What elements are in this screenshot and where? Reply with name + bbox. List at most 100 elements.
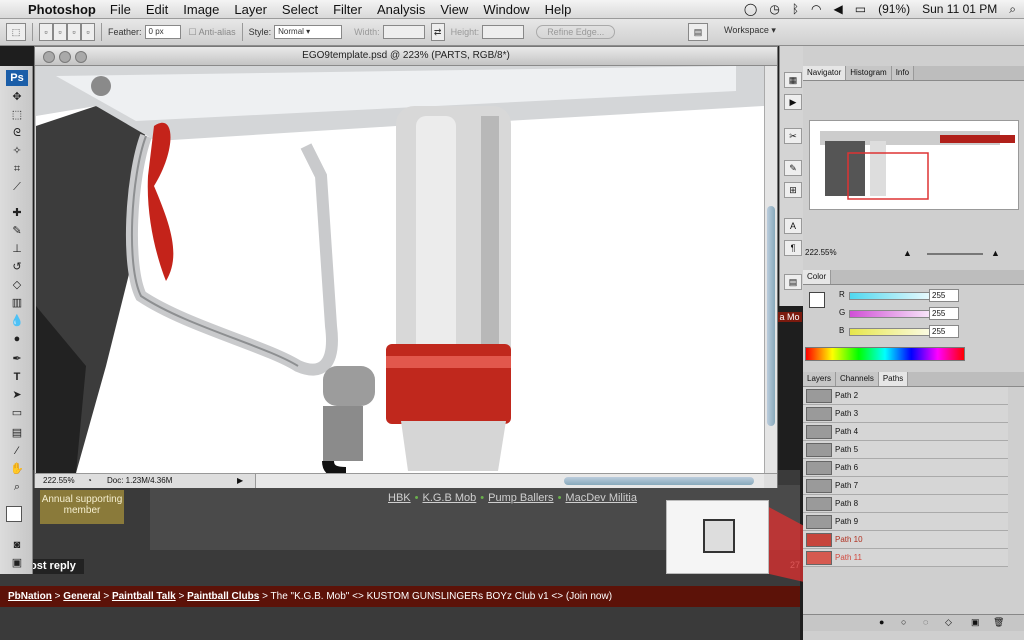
delete-path-icon[interactable]: 🗑 xyxy=(993,617,1004,628)
zoom-in-icon[interactable]: ▲ xyxy=(991,248,1000,258)
zoom-slider[interactable] xyxy=(927,253,983,255)
notes-tool-icon[interactable]: ▤ xyxy=(9,426,25,440)
gradient-tool-icon[interactable]: ▥ xyxy=(9,296,25,310)
palette-well-icon[interactable]: ▤ xyxy=(688,23,708,41)
path-row[interactable]: Path 10 xyxy=(803,531,1008,549)
path-row[interactable]: Path 4 xyxy=(803,423,1008,441)
path-row[interactable]: Path 5 xyxy=(803,441,1008,459)
quick-mask-icon[interactable]: ◙ xyxy=(9,538,25,552)
path-select-tool-icon[interactable]: ➤ xyxy=(9,388,25,402)
menu-view[interactable]: View xyxy=(440,2,468,17)
time-machine-icon[interactable]: ◷ xyxy=(769,2,779,16)
load-selection-icon[interactable]: ◌ xyxy=(923,617,928,627)
spotlight-icon[interactable]: ⌕ xyxy=(1009,2,1016,17)
vertical-scrollbar[interactable] xyxy=(764,66,777,473)
navigator-zoom-field[interactable]: 222.55% xyxy=(805,248,837,257)
slice-tool-icon[interactable]: ⟋ xyxy=(9,180,25,194)
link-macdev-militia[interactable]: MacDev Militia xyxy=(565,492,637,504)
red-value[interactable]: 255 xyxy=(929,289,959,302)
green-value[interactable]: 255 xyxy=(929,307,959,320)
history-panel-icon[interactable]: ▦ xyxy=(784,72,802,88)
zoom-level-field[interactable]: 222.55% xyxy=(43,474,75,488)
wifi-icon[interactable]: ◠ xyxy=(811,2,821,16)
tab-histogram[interactable]: Histogram xyxy=(846,66,892,80)
hand-tool-icon[interactable]: ✋ xyxy=(9,462,25,476)
vertical-scroll-thumb[interactable] xyxy=(767,206,775,426)
dodge-tool-icon[interactable]: ● xyxy=(9,332,25,346)
new-path-icon[interactable]: ▣ xyxy=(971,617,980,628)
pen-tool-icon[interactable]: ✒ xyxy=(9,352,25,366)
add-selection-icon[interactable]: ▫ xyxy=(53,23,67,41)
screen-mode-icon[interactable]: ▣ xyxy=(9,556,25,570)
battery-icon[interactable]: ▭ xyxy=(855,2,866,16)
menu-help[interactable]: Help xyxy=(545,2,572,17)
horizontal-scroll-thumb[interactable] xyxy=(564,477,754,485)
link-pump-ballers[interactable]: Pump Ballers xyxy=(488,492,553,504)
magic-wand-tool-icon[interactable]: ✧ xyxy=(9,144,25,158)
tab-navigator[interactable]: Navigator xyxy=(803,66,847,80)
type-tool-icon[interactable]: T xyxy=(9,370,25,384)
shape-tool-icon[interactable]: ▭ xyxy=(9,406,25,420)
crumb-pbnation[interactable]: PbNation xyxy=(8,591,52,602)
subtract-selection-icon[interactable]: ▫ xyxy=(67,23,81,41)
status-icon[interactable]: ◔ xyxy=(87,474,92,488)
crumb-general[interactable]: General xyxy=(63,591,100,602)
volume-icon[interactable]: ◀ xyxy=(834,2,843,16)
blue-value[interactable]: 255 xyxy=(929,325,959,338)
tab-paths[interactable]: Paths xyxy=(878,372,909,386)
tab-layers[interactable]: Layers xyxy=(803,372,837,386)
close-window-icon[interactable] xyxy=(43,51,55,63)
zoom-out-icon[interactable]: ▲ xyxy=(903,248,912,258)
path-row[interactable]: Path 9 xyxy=(803,513,1008,531)
feather-input[interactable]: 0 px xyxy=(144,25,181,39)
clock[interactable]: Sun 11 01 PM xyxy=(922,2,997,16)
green-slider[interactable] xyxy=(849,310,931,318)
navigator-thumbnail[interactable] xyxy=(809,120,1019,210)
intersect-selection-icon[interactable]: ▫ xyxy=(81,23,95,41)
tab-channels[interactable]: Channels xyxy=(836,372,879,386)
menu-layer[interactable]: Layer xyxy=(234,2,267,17)
red-slider[interactable] xyxy=(849,292,931,300)
ps-logo[interactable]: Ps xyxy=(6,70,28,86)
minimize-window-icon[interactable] xyxy=(59,51,71,63)
swap-icon[interactable]: ⇄ xyxy=(430,23,445,41)
path-row[interactable]: Path 7 xyxy=(803,477,1008,495)
bluetooth-icon[interactable]: ᛒ xyxy=(792,2,799,16)
zoom-window-icon[interactable] xyxy=(75,51,87,63)
blue-slider[interactable] xyxy=(849,328,931,336)
chat-icon[interactable]: ◯ xyxy=(744,2,757,16)
style-select[interactable]: Normal ▾ xyxy=(274,25,343,39)
zoom-tool-icon[interactable]: ⌕ xyxy=(9,480,25,494)
crumb-paintball-clubs[interactable]: Paintball Clubs xyxy=(187,591,259,602)
actions-panel-icon[interactable]: ▶ xyxy=(784,94,802,110)
workspace-menu[interactable]: Workspace ▾ xyxy=(724,25,776,36)
link-kgb-mob[interactable]: K.G.B Mob xyxy=(422,492,476,504)
marquee-tool-icon[interactable]: ⬚ xyxy=(9,108,25,122)
clone-source-icon[interactable]: ⊞ xyxy=(784,182,802,198)
menu-window[interactable]: Window xyxy=(483,2,529,17)
menu-edit[interactable]: Edit xyxy=(146,2,168,17)
path-row[interactable]: Path 2 xyxy=(803,387,1008,405)
character-panel-icon[interactable]: A xyxy=(784,218,802,234)
crumb-paintball-talk[interactable]: Paintball Talk xyxy=(112,591,176,602)
path-row[interactable]: Path 11 xyxy=(803,549,1008,567)
stamp-tool-icon[interactable]: ⊥ xyxy=(9,242,25,256)
new-selection-icon[interactable]: ▫ xyxy=(39,23,53,41)
blur-tool-icon[interactable]: 💧 xyxy=(9,314,25,328)
tab-info[interactable]: Info xyxy=(891,66,915,80)
layer-comps-icon[interactable]: ▤ xyxy=(784,274,802,290)
brushes-panel-icon[interactable]: ✎ xyxy=(784,160,802,176)
link-hbk[interactable]: HBK xyxy=(388,492,411,504)
height-input[interactable] xyxy=(482,25,525,39)
history-brush-tool-icon[interactable]: ↺ xyxy=(9,260,25,274)
path-row[interactable]: Path 6 xyxy=(803,459,1008,477)
stroke-path-icon[interactable]: ○ xyxy=(901,617,906,627)
crop-tool-icon[interactable]: ⌗ xyxy=(9,162,25,176)
horizontal-scrollbar[interactable] xyxy=(255,474,764,488)
width-input[interactable] xyxy=(382,25,425,39)
foreground-color-swatch[interactable] xyxy=(6,506,22,522)
healing-tool-icon[interactable]: ✚ xyxy=(9,206,25,220)
menu-file[interactable]: File xyxy=(110,2,131,17)
eraser-tool-icon[interactable]: ◇ xyxy=(9,278,25,292)
brush-tool-icon[interactable]: ✎ xyxy=(9,224,25,238)
